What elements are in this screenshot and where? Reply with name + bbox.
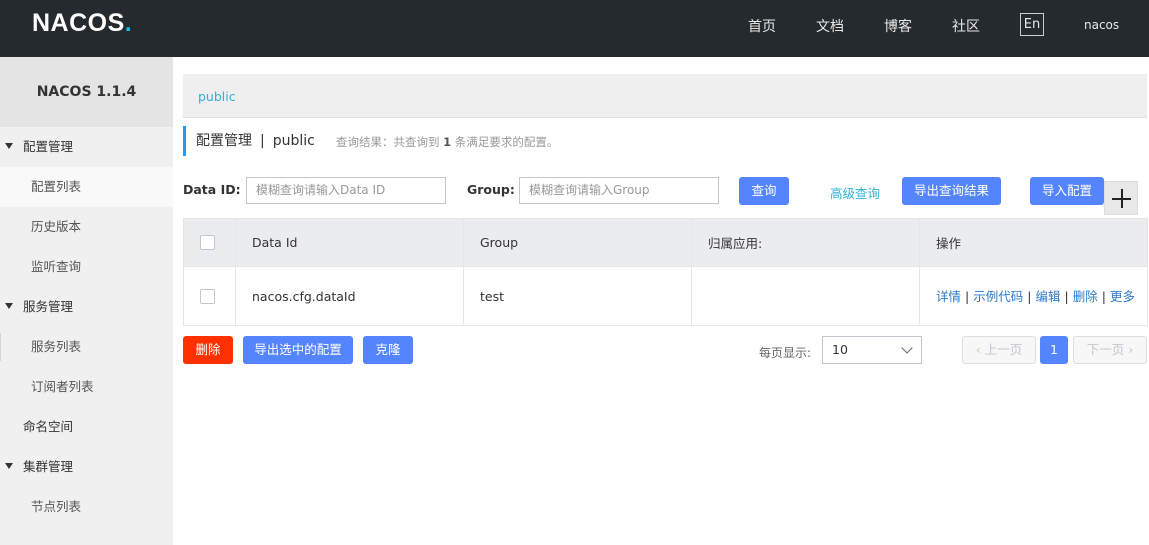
action-links: 详情 | 示例代码 | 编辑 | 删除 | 更多 — [936, 288, 1147, 305]
select-all-checkbox[interactable] — [200, 235, 215, 250]
result-suffix: 条满足要求的配置。 — [454, 135, 559, 149]
select-all-cell — [183, 218, 236, 267]
namespace-link-public[interactable]: public — [198, 89, 236, 104]
config-table: Data Id Group 归属应用: 操作 nacos.cfg.dataId … — [183, 218, 1148, 326]
nav-blog[interactable]: 博客 — [884, 16, 912, 36]
page-title-namespace: public — [272, 133, 315, 149]
separator: | — [1027, 288, 1032, 304]
clone-button[interactable]: 克隆 — [363, 336, 413, 364]
delete-link[interactable]: 删除 — [1073, 289, 1098, 304]
nacos-logo[interactable]: NACOS. — [32, 9, 132, 38]
sidebar-group-label: 集群管理 — [23, 459, 74, 474]
detail-link[interactable]: 详情 — [936, 289, 961, 304]
logo-dot: . — [124, 9, 133, 37]
sidebar-item-history[interactable]: 历史版本 — [0, 207, 173, 247]
next-page-button[interactable]: 下一页 › — [1073, 336, 1147, 364]
prev-page-label: 上一页 — [984, 342, 1023, 357]
export-results-button[interactable]: 导出查询结果 — [902, 177, 1001, 205]
sidebar-item-service-list[interactable]: 服务列表 — [0, 327, 173, 367]
data-id-input[interactable]: 模糊查询请输入Data ID — [246, 177, 446, 204]
sidebar-group-label: 服务管理 — [23, 299, 74, 314]
chevron-down-icon — [901, 342, 913, 354]
caret-down-icon — [5, 303, 13, 309]
cell-app — [691, 266, 920, 326]
sidebar-item-label: 服务列表 — [31, 339, 82, 354]
sidebar-group-namespace[interactable]: 命名空间 — [0, 407, 173, 447]
top-navbar: NACOS. 首页 文档 博客 社区 En nacos — [0, 0, 1149, 57]
language-switch-button[interactable]: En — [1020, 13, 1044, 36]
group-input[interactable]: 模糊查询请输入Group — [519, 177, 719, 204]
sidebar-item-marker — [0, 333, 5, 361]
table-header-row: Data Id Group 归属应用: 操作 — [183, 218, 1148, 267]
column-header-app[interactable]: 归属应用: — [691, 218, 920, 267]
export-selected-button[interactable]: 导出选中的配置 — [243, 336, 353, 364]
delete-button[interactable]: 删除 — [183, 336, 233, 364]
column-header-group[interactable]: Group — [463, 218, 692, 267]
query-result-summary: 查询结果：共查询到 1 条满足要求的配置。 — [336, 134, 558, 150]
page-size-label: 每页显示: — [759, 346, 812, 360]
caret-down-icon — [5, 143, 13, 149]
namespace-bar: public — [183, 74, 1147, 118]
table-row: nacos.cfg.dataId test 详情 | 示例代码 | 编辑 | 删除 | 更多 — [183, 266, 1148, 326]
separator: | — [1064, 288, 1069, 304]
nav-community[interactable]: 社区 — [952, 16, 980, 36]
nav-docs[interactable]: 文档 — [816, 16, 844, 36]
cell-data-id: nacos.cfg.dataId — [235, 266, 464, 326]
sidebar-item-subscribers[interactable]: 订阅者列表 — [0, 367, 173, 407]
row-select-cell — [183, 266, 236, 326]
column-header-data-id[interactable]: Data Id — [235, 218, 464, 267]
sidebar-group-config[interactable]: 配置管理 — [0, 127, 173, 167]
next-page-label: 下一页 — [1086, 342, 1125, 357]
more-link[interactable]: 更多 — [1110, 289, 1135, 304]
prev-page-button[interactable]: ‹ 上一页 — [962, 336, 1036, 364]
data-id-label: Data ID: — [183, 182, 241, 197]
sidebar-group-cluster[interactable]: 集群管理 — [0, 447, 173, 487]
current-page-button[interactable]: 1 — [1040, 336, 1068, 364]
page-size-select[interactable]: 10 — [822, 336, 922, 364]
chevron-right-icon: › — [1128, 342, 1134, 357]
user-name[interactable]: nacos — [1084, 18, 1119, 32]
sidebar-item-listener-query[interactable]: 监听查询 — [0, 247, 173, 287]
sidebar-title: NACOS 1.1.4 — [0, 57, 173, 127]
result-count: 1 — [443, 135, 452, 149]
separator: | — [965, 288, 970, 304]
add-config-button[interactable] — [1104, 181, 1138, 215]
logo-text: NACOS — [32, 9, 125, 37]
sidebar-item-config-list[interactable]: 配置列表 — [0, 167, 173, 207]
sidebar-item-node-list[interactable]: 节点列表 — [0, 487, 173, 527]
edit-link[interactable]: 编辑 — [1035, 289, 1060, 304]
advanced-query-link[interactable]: 高级查询 — [830, 183, 880, 202]
result-prefix: 查询结果：共查询到 — [336, 135, 440, 149]
sample-code-link[interactable]: 示例代码 — [973, 289, 1023, 304]
column-header-actions: 操作 — [919, 218, 1148, 267]
query-button[interactable]: 查询 — [739, 177, 789, 205]
import-config-button[interactable]: 导入配置 — [1030, 177, 1104, 205]
page-title: 配置管理 | public — [183, 126, 315, 156]
separator: | — [1101, 288, 1106, 304]
cell-group: test — [463, 266, 692, 326]
page-title-text: 配置管理 — [196, 133, 252, 149]
chevron-left-icon: ‹ — [975, 342, 981, 357]
page-size-value: 10 — [832, 342, 848, 357]
sidebar-group-label: 命名空间 — [23, 419, 74, 434]
sidebar-group-label: 配置管理 — [23, 139, 74, 154]
group-label: Group: — [467, 182, 515, 197]
sidebar: NACOS 1.1.4 配置管理 配置列表 历史版本 监听查询 服务管理 服务列… — [0, 57, 173, 545]
nav-home[interactable]: 首页 — [748, 16, 776, 36]
title-separator: | — [260, 133, 265, 149]
sidebar-group-service[interactable]: 服务管理 — [0, 287, 173, 327]
caret-down-icon — [5, 463, 13, 469]
row-checkbox[interactable] — [200, 288, 215, 304]
cell-actions: 详情 | 示例代码 | 编辑 | 删除 | 更多 — [919, 266, 1148, 326]
